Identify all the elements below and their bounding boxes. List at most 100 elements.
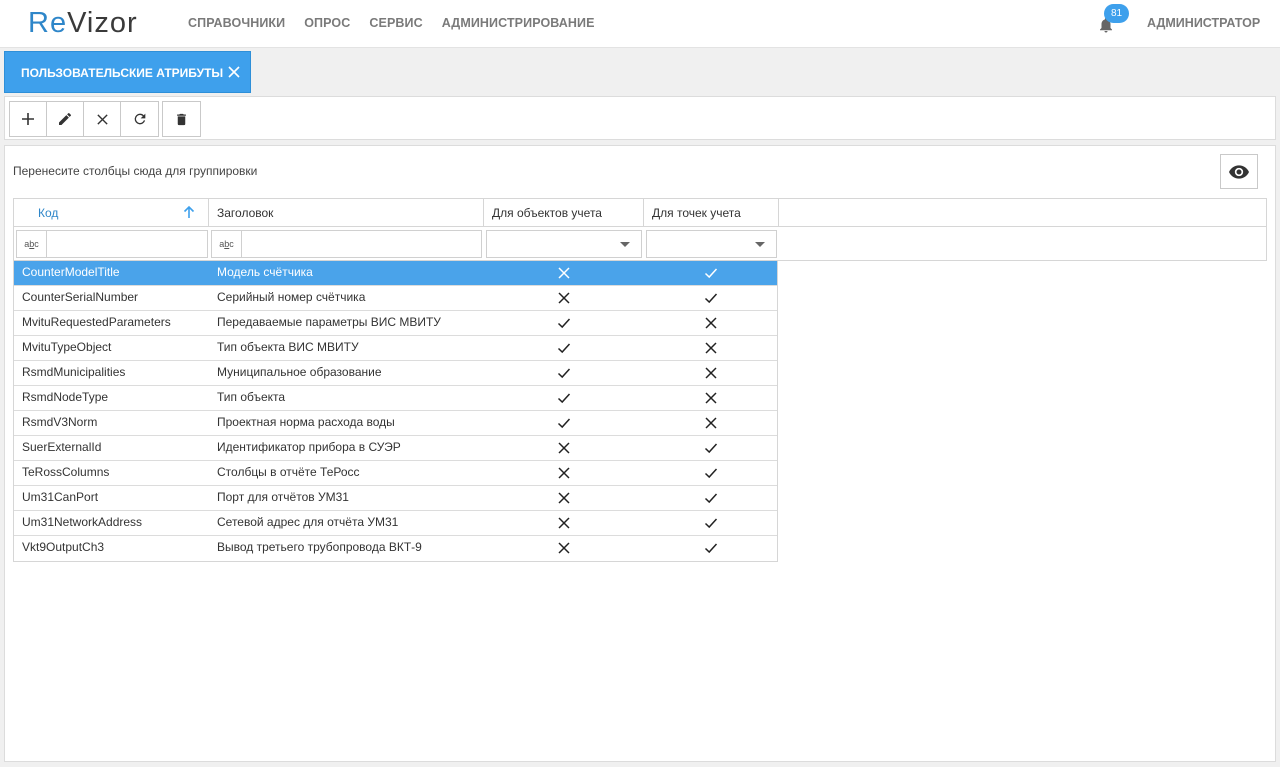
code-filter-input[interactable]: [48, 231, 207, 257]
sort-ascending-icon: [183, 205, 195, 218]
cell-title: Вывод третьего трубопровода ВКТ-9: [217, 540, 422, 554]
title-filter-input[interactable]: [243, 231, 481, 257]
cell-title: Сетевой адрес для отчёта УМ31: [217, 515, 399, 529]
for-points-filter-select[interactable]: [646, 230, 777, 258]
notification-badge[interactable]: 81: [1104, 4, 1129, 23]
checkmark-icon: [704, 266, 718, 280]
cross-icon: [557, 541, 571, 555]
grid-panel: Перенесите столбцы сюда для группировки …: [4, 145, 1276, 762]
column-header-title[interactable]: Заголовок: [209, 199, 484, 226]
table-row[interactable]: Um31CanPort Порт для отчётов УМ31: [14, 486, 777, 511]
cell-code: MvituTypeObject: [22, 340, 112, 354]
cell-title: Муниципальное образование: [217, 365, 382, 379]
cell-title: Тип объекта: [217, 390, 286, 404]
table-row[interactable]: CounterSerialNumber Серийный номер счётчи…: [14, 286, 777, 311]
edit-button-group: [9, 101, 159, 137]
top-navbar: ReVizor СПРАВОЧНИКИ ОПРОС СЕРВИС АДМИНИС…: [0, 0, 1280, 48]
delete-button[interactable]: [163, 102, 200, 136]
filter-row: abc abc: [13, 227, 1267, 261]
trash-icon: [177, 113, 186, 125]
menu-item-directories[interactable]: СПРАВОЧНИКИ: [188, 16, 285, 30]
cell-code: MvituRequestedParameters: [22, 315, 171, 329]
edit-button[interactable]: [47, 102, 84, 136]
cross-icon: [704, 341, 718, 355]
menu-item-service[interactable]: СЕРВИС: [369, 16, 422, 30]
cell-code: RsmdNodeType: [22, 390, 109, 404]
cross-icon: [557, 466, 571, 480]
cell-title: Тип объекта ВИС МВИТУ: [217, 340, 359, 354]
cell-title: Порт для отчётов УМ31: [217, 490, 349, 504]
grid-header: Код Заголовок Для объектов учета Для точ…: [13, 198, 1267, 227]
cell-title: Столбцы в отчёте ТеРосс: [217, 465, 360, 479]
menu-item-survey[interactable]: ОПРОС: [304, 16, 350, 30]
cell-code: Vkt9OutputCh3: [22, 540, 105, 554]
tab-label: ПОЛЬЗОВАТЕЛЬСКИЕ АТРИБУТЫ: [21, 66, 224, 80]
dropdown-arrow-icon: [620, 242, 630, 247]
for-objects-filter-select[interactable]: [486, 230, 642, 258]
column-visibility-button[interactable]: [1220, 154, 1258, 189]
cell-title: Идентификатор прибора в СУЭР: [217, 440, 401, 454]
column-header-for-points[interactable]: Для точек учета: [644, 199, 779, 226]
delete-button-group: [162, 101, 201, 137]
app-logo[interactable]: ReVizor: [28, 7, 138, 40]
table-row[interactable]: RsmdMunicipalities Муниципальное образова…: [14, 361, 777, 386]
table-row[interactable]: TeRossColumns Столбцы в отчёте ТеРосс: [14, 461, 777, 486]
table-row[interactable]: Vkt9OutputCh3 Вывод третьего трубопровода…: [14, 536, 777, 561]
dropdown-arrow-icon: [755, 242, 765, 247]
cross-icon: [704, 391, 718, 405]
cross-icon: [704, 416, 718, 430]
close-icon[interactable]: [227, 65, 241, 79]
table-row[interactable]: RsmdNodeType Тип объекта: [14, 386, 777, 411]
main-menu: СПРАВОЧНИКИ ОПРОС СЕРВИС АДМИНИСТРИРОВАН…: [188, 16, 595, 30]
cell-title: Проектная норма расхода воды: [217, 415, 395, 429]
text-filter-icon[interactable]: abc: [17, 231, 47, 257]
checkmark-icon: [557, 316, 571, 330]
menu-item-administration[interactable]: АДМИНИСТРИРОВАНИЕ: [442, 16, 595, 30]
table-row[interactable]: MvituRequestedParameters Передаваемые пар…: [14, 311, 777, 336]
code-filter: abc: [16, 230, 208, 258]
refresh-button[interactable]: [121, 102, 158, 136]
plus-icon: [22, 113, 34, 125]
cell-code: Um31CanPort: [22, 490, 99, 504]
checkmark-icon: [557, 416, 571, 430]
cross-icon: [704, 366, 718, 380]
checkmark-icon: [704, 516, 718, 530]
cell-code: Um31NetworkAddress: [22, 515, 143, 529]
cross-icon: [557, 291, 571, 305]
checkmark-icon: [704, 291, 718, 305]
cell-title: Серийный номер счётчика: [217, 290, 366, 304]
refresh-icon: [134, 113, 145, 125]
column-header-for-objects[interactable]: Для объектов учета: [484, 199, 644, 226]
table-row[interactable]: RsmdV3Norm Проектная норма расхода воды: [14, 411, 777, 436]
add-button[interactable]: [10, 102, 47, 136]
table-row[interactable]: MvituTypeObject Тип объекта ВИС МВИТУ: [14, 336, 777, 361]
group-drop-zone[interactable]: Перенесите столбцы сюда для группировки: [13, 164, 257, 178]
cancel-button[interactable]: [84, 102, 121, 136]
checkmark-icon: [704, 441, 718, 455]
cross-icon: [557, 516, 571, 530]
column-header-code[interactable]: Код: [14, 199, 209, 226]
table-row[interactable]: Um31NetworkAddress Сетевой адрес для отчё…: [14, 511, 777, 536]
cross-icon: [704, 316, 718, 330]
checkmark-icon: [557, 366, 571, 380]
title-filter: abc: [211, 230, 482, 258]
close-icon: [96, 113, 108, 125]
table-row[interactable]: SuerExternalId Идентификатор прибора в СУ…: [14, 436, 777, 461]
pencil-icon: [59, 112, 72, 125]
grid-body: CounterModelTitle Модель счётчика CounterS…: [13, 261, 778, 562]
tab-custom-attributes[interactable]: ПОЛЬЗОВАТЕЛЬСКИЕ АТРИБУТЫ: [4, 51, 251, 93]
cell-title: Передаваемые параметры ВИС МВИТУ: [217, 315, 441, 329]
cell-code: CounterSerialNumber: [22, 290, 139, 304]
text-filter-icon[interactable]: abc: [212, 231, 242, 257]
cross-icon: [557, 441, 571, 455]
toolbar: [4, 96, 1276, 140]
user-menu[interactable]: АДМИНИСТРАТОР: [1147, 16, 1260, 30]
cell-code: RsmdV3Norm: [22, 415, 98, 429]
checkmark-icon: [704, 491, 718, 505]
eye-icon: [1229, 164, 1249, 179]
cell-title: Модель счётчика: [217, 265, 313, 279]
cell-code: SuerExternalId: [22, 440, 102, 454]
checkmark-icon: [704, 541, 718, 555]
cell-code: RsmdMunicipalities: [22, 365, 126, 379]
table-row[interactable]: CounterModelTitle Модель счётчика: [14, 261, 777, 286]
